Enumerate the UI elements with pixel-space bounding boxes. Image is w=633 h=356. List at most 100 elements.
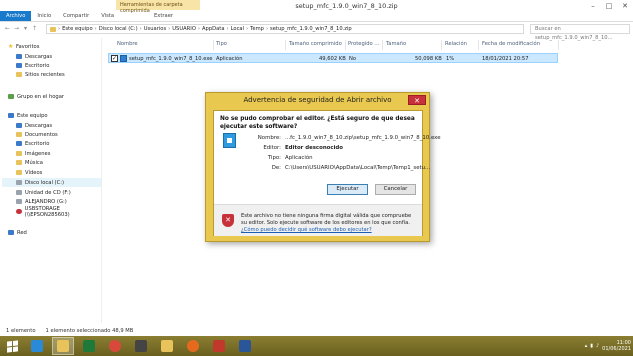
taskbar-word[interactable] bbox=[234, 337, 256, 355]
nav-pc-videos[interactable]: Vídeos bbox=[16, 168, 102, 177]
taskbar-app8[interactable] bbox=[208, 337, 230, 355]
computer-icon bbox=[8, 113, 14, 118]
taskbar-explorer[interactable] bbox=[52, 337, 74, 355]
dialog-close-button[interactable]: ✕ bbox=[408, 95, 426, 105]
address-bar[interactable]: › Este equipo › Disco local (C:) › Usuario… bbox=[46, 24, 524, 34]
taskbar-ie[interactable] bbox=[26, 337, 48, 355]
help-link[interactable]: ¿Cómo puedo decidir qué software debo ej… bbox=[241, 227, 372, 233]
music-icon bbox=[16, 160, 22, 165]
breadcrumb-temp[interactable]: Temp bbox=[250, 26, 264, 32]
tab-compartir[interactable]: Compartir bbox=[57, 11, 95, 21]
file-type: Aplicación bbox=[216, 56, 243, 62]
nav-pc-documentos[interactable]: Documentos bbox=[16, 130, 102, 139]
taskbar-app5[interactable] bbox=[130, 337, 152, 355]
status-bar: 1 elemento 1 elemento seleccionado 48,9 … bbox=[0, 326, 633, 336]
col-relacion[interactable]: Relación bbox=[445, 41, 467, 47]
desktop-icon bbox=[16, 141, 22, 146]
breadcrumb-local-disk[interactable]: Disco local (C:) bbox=[99, 26, 138, 32]
file-explorer-icon bbox=[57, 340, 69, 352]
nav-fav-escritorio[interactable]: Escritorio bbox=[16, 61, 102, 70]
tab-vista[interactable]: Vista bbox=[95, 11, 120, 21]
nav-pc-musica[interactable]: Música bbox=[16, 158, 102, 167]
videos-icon bbox=[16, 170, 22, 175]
breadcrumb-local[interactable]: Local bbox=[231, 26, 244, 32]
breadcrumb-appdata[interactable]: AppData bbox=[202, 26, 225, 32]
nav-pc-descargas[interactable]: Descargas bbox=[16, 121, 102, 130]
type-value: Aplicación bbox=[285, 155, 313, 161]
col-protegido[interactable]: Protegido ... bbox=[348, 41, 379, 47]
col-tamano-comprimido[interactable]: Tamaño comprimido bbox=[289, 41, 342, 47]
row-checkbox[interactable]: ✓ bbox=[111, 55, 118, 62]
file-protected: No bbox=[349, 56, 357, 62]
name-value: ...fc_1.9.0_win7_8_10.zip\setup_mfc_1.9.… bbox=[285, 135, 441, 141]
documents-icon bbox=[16, 132, 22, 137]
file-date: 18/01/2021 20:57 bbox=[482, 56, 529, 62]
nav-pc-escritorio[interactable]: Escritorio bbox=[16, 139, 102, 148]
chrome-icon bbox=[109, 340, 121, 352]
application-icon bbox=[120, 55, 127, 62]
folder-icon bbox=[50, 26, 56, 32]
nav-favorites[interactable]: ★ Favoritos bbox=[8, 42, 102, 51]
title-bar: Herramientas de carpeta comprimida setup… bbox=[0, 0, 633, 22]
taskbar-firefox[interactable] bbox=[182, 337, 204, 355]
clock[interactable]: 11:00 01/06/2021 bbox=[602, 340, 631, 352]
window-title: setup_mfc_1.9.0_win7_8_10.zip bbox=[295, 2, 398, 10]
nav-fav-recientes[interactable]: Sitios recientes bbox=[16, 70, 102, 79]
firefox-icon bbox=[187, 340, 199, 352]
run-button[interactable]: Ejecutar bbox=[327, 184, 368, 195]
nav-network[interactable]: Red bbox=[8, 228, 102, 237]
cd-drive-icon bbox=[16, 190, 22, 195]
dialog-body: No se pudo comprobar el editor. ¿Está se… bbox=[213, 110, 441, 236]
breadcrumb-zip[interactable]: setup_mfc_1.9.0_win7_8_10.zip bbox=[270, 26, 352, 32]
breadcrumb-usuarios[interactable]: Usuarios bbox=[144, 26, 166, 32]
nav-homegroup[interactable]: Grupo en el hogar bbox=[8, 92, 102, 101]
nav-pc-imagenes[interactable]: Imágenes bbox=[16, 149, 102, 158]
up-arrow-icon[interactable]: ↑ bbox=[30, 24, 39, 34]
star-icon: ★ bbox=[8, 43, 14, 50]
dialog-title: Advertencia de seguridad de Abrir archiv… bbox=[243, 96, 392, 104]
downloads-icon bbox=[16, 54, 22, 59]
taskbar-folder[interactable] bbox=[156, 337, 178, 355]
tab-archivo[interactable]: Archivo bbox=[0, 11, 32, 21]
nav-cd-drive[interactable]: Unidad de CD (F:) bbox=[16, 188, 102, 197]
file-name: setup_mfc_1.9.0_win7_8_10.exe bbox=[129, 56, 213, 62]
cancel-button[interactable]: Cancelar bbox=[375, 184, 416, 195]
recent-chevron-icon[interactable]: ▾ bbox=[21, 24, 30, 34]
breadcrumb-this-pc[interactable]: Este equipo bbox=[62, 26, 93, 32]
taskbar-chrome[interactable] bbox=[104, 337, 126, 355]
breadcrumb-usuario[interactable]: USUARIO bbox=[172, 26, 196, 32]
column-headers: Nombre Tipo Tamaño comprimido Protegido … bbox=[103, 40, 633, 50]
network-icon bbox=[8, 230, 14, 235]
col-tamano[interactable]: Tamaño bbox=[386, 41, 406, 47]
col-nombre[interactable]: Nombre bbox=[117, 41, 138, 47]
file-ratio: 1% bbox=[446, 56, 455, 62]
from-value: C:\Users\USUARIO\AppData\Local\Temp\Temp… bbox=[285, 165, 431, 171]
taskbar-excel[interactable] bbox=[78, 337, 100, 355]
homegroup-icon bbox=[8, 94, 14, 99]
search-input[interactable]: Buscar en setup_mfc_1.9.0_win7_8_10... bbox=[530, 24, 630, 41]
navigation-pane: ★ Favoritos Descargas Escritorio Sitios r… bbox=[0, 38, 102, 323]
network-tray-icon[interactable]: ▮ bbox=[590, 343, 593, 349]
forward-arrow-icon[interactable]: → bbox=[12, 24, 21, 34]
address-bar-row: ← → ▾ ↑ › Este equipo › Disco local (C:) ›… bbox=[0, 22, 633, 41]
windows-logo-icon bbox=[6, 339, 18, 353]
file-size: 50,098 KB bbox=[415, 56, 442, 62]
col-fecha[interactable]: Fecha de modificación bbox=[482, 41, 540, 47]
system-tray: ▴ ▮ ♪ 11:00 01/06/2021 bbox=[585, 338, 631, 354]
recent-places-icon bbox=[16, 72, 22, 77]
downloads-icon bbox=[16, 123, 22, 128]
app-icon bbox=[213, 340, 225, 352]
nav-fav-descargas[interactable]: Descargas bbox=[16, 52, 102, 61]
pictures-icon bbox=[16, 151, 22, 156]
nav-network-storage[interactable]: USBSTORAGE (\\EPSON285603) bbox=[16, 206, 102, 218]
tab-inicio[interactable]: Inicio bbox=[31, 11, 57, 21]
tray-up-icon[interactable]: ▴ bbox=[585, 343, 588, 349]
volume-icon[interactable]: ♪ bbox=[596, 343, 599, 349]
back-arrow-icon[interactable]: ← bbox=[3, 24, 12, 34]
nav-this-pc[interactable]: Este equipo bbox=[8, 111, 102, 120]
start-button[interactable] bbox=[0, 336, 24, 356]
file-row[interactable]: ✓ setup_mfc_1.9.0_win7_8_10.exe Aplicaci… bbox=[108, 53, 558, 63]
col-tipo[interactable]: Tipo bbox=[216, 41, 227, 47]
nav-local-disk[interactable]: Disco local (C:) bbox=[2, 178, 101, 187]
tab-extraer[interactable]: Extraer bbox=[148, 11, 179, 21]
